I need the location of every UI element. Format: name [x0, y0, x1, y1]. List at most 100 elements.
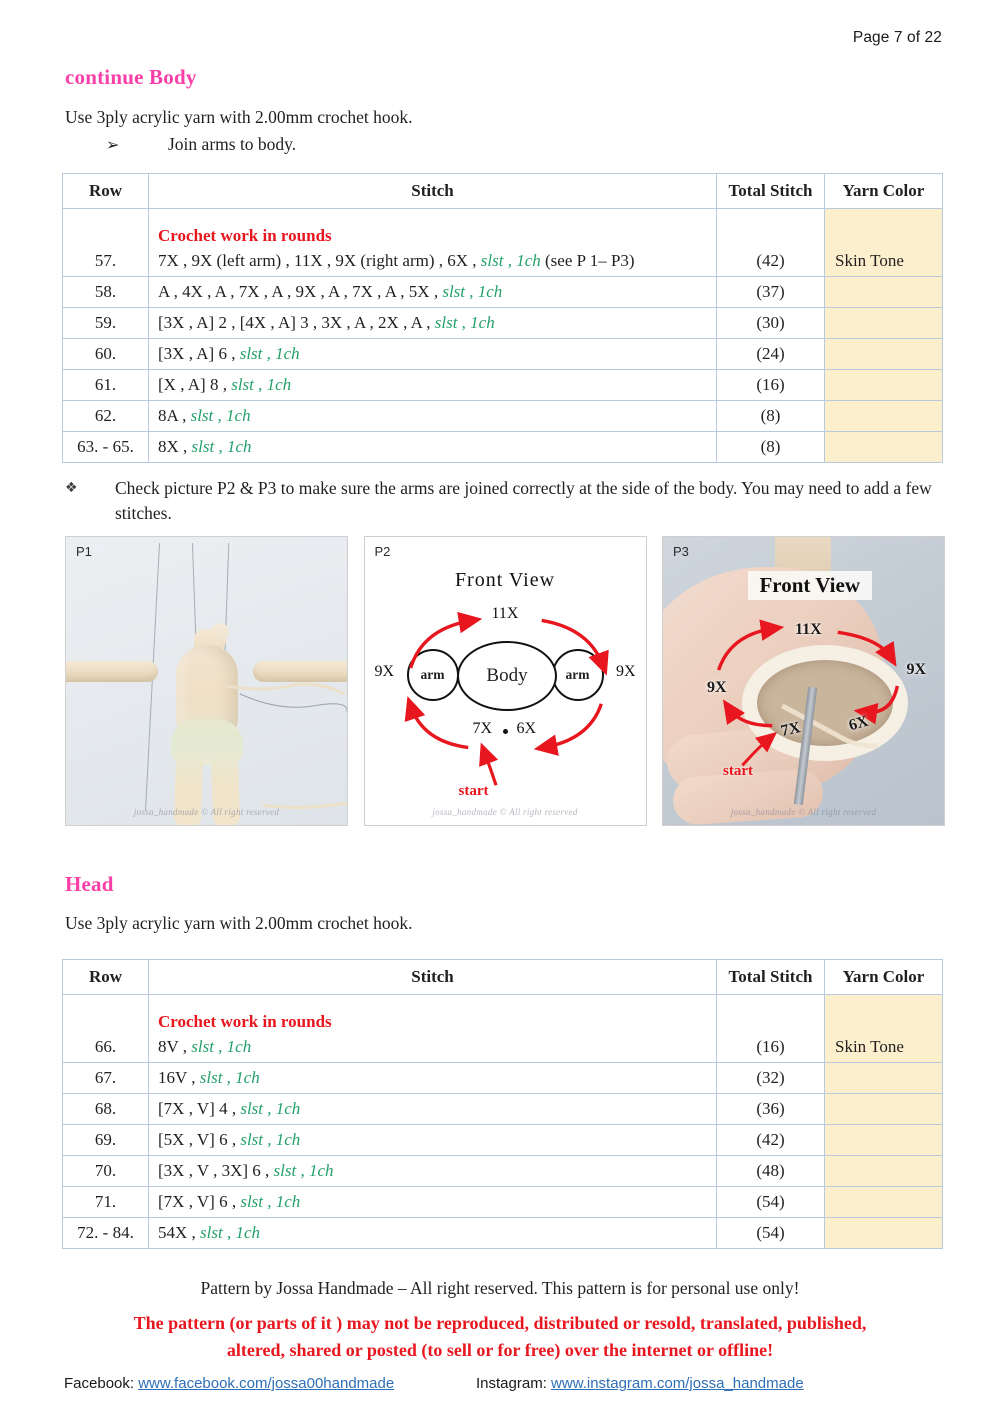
p2-title: Front View — [454, 569, 556, 591]
stitch-cell: [3X , A] 6 , slst , 1ch — [148, 338, 717, 370]
row-number-cell: 69. — [62, 1124, 149, 1156]
crochet-rounds-note: Crochet work in rounds — [158, 1012, 332, 1031]
stitch-cell: [X , A] 8 , slst , 1ch — [148, 369, 717, 401]
p2-body-oval: Body — [457, 641, 557, 711]
section-heading-head: Head — [65, 872, 114, 896]
row-number-cell: 68. — [62, 1093, 149, 1125]
page-number: Page 7 of 22 — [852, 29, 942, 46]
stitch-reference: (see P 1– P3) — [540, 251, 635, 270]
picture-row: P1 jossa_handmade © All right reserved F… — [65, 536, 945, 826]
p2-arm-left: arm — [406, 649, 459, 701]
yarn-color-cell — [824, 1093, 943, 1125]
row-number-cell: 58. — [62, 276, 149, 308]
row-number-cell: 72. - 84. — [62, 1217, 149, 1249]
p2-label-left-9x: 9X — [374, 663, 395, 680]
table-row: 59. [3X , A] 2 , [4X , A] 3 , 3X , A , 2X… — [62, 307, 943, 339]
stitch-text: [5X , V] 6 , — [158, 1130, 241, 1149]
stitch-cell: 16V , slst , 1ch — [148, 1062, 717, 1094]
table-row: 68. [7X , V] 4 , slst , 1ch (36) — [62, 1093, 943, 1125]
table-row: 62. 8A , slst , 1ch (8) — [62, 400, 943, 432]
yarn-color-cell — [824, 1186, 943, 1218]
watermark-p1: jossa_handmade © All right reserved — [133, 807, 280, 817]
table-row: 71. [7X , V] 6 , slst , 1ch (54) — [62, 1186, 943, 1218]
table-row: 72. - 84. 54X , slst , 1ch (54) — [62, 1217, 943, 1249]
yarn-color-cell — [824, 338, 943, 370]
instagram-link[interactable]: www.instagram.com/jossa_handmade — [551, 1375, 804, 1392]
stitch-slst-ch: slst , 1ch — [191, 437, 252, 456]
total-stitch-cell: (54) — [716, 1186, 825, 1218]
p2-label-bottom-6x: 6X — [516, 720, 537, 737]
col-header-yarn-color: Yarn Color — [824, 173, 943, 209]
row-number-cell: 66. — [62, 994, 149, 1063]
row-number-cell: 62. — [62, 400, 149, 432]
table-row: 69. [5X , V] 6 , slst , 1ch (42) — [62, 1124, 943, 1156]
table-row: 66. Crochet work in rounds 8V , slst , 1ch… — [62, 994, 943, 1063]
stitch-cell: [7X , V] 6 , slst , 1ch — [148, 1186, 717, 1218]
stitch-cell: A , 4X , A , 7X , A , 9X , A , 7X , A , … — [148, 276, 717, 308]
watermark-p2: jossa_handmade © All right reserved — [432, 807, 578, 817]
stitch-slst-ch: slst , 1ch — [191, 1037, 252, 1056]
check-pictures-note: ❖ Check picture P2 & P3 to make sure the… — [65, 476, 945, 527]
p1-left-arm — [66, 661, 158, 682]
row-number-cell: 67. — [62, 1062, 149, 1094]
stitch-text: 16V , — [158, 1068, 200, 1087]
row-number-cell: 70. — [62, 1155, 149, 1187]
footer-warning-line2: altered, shared or posted (to sell or fo… — [226, 1340, 774, 1361]
stitch-cell: Crochet work in rounds 7X , 9X (left arm)… — [148, 208, 717, 277]
row-number-cell: 57. — [62, 208, 149, 277]
stitch-cell: 8A , slst , 1ch — [148, 400, 717, 432]
table-row: 60. [3X , A] 6 , slst , 1ch (24) — [62, 338, 943, 370]
stitch-cell: 8X , slst , 1ch — [148, 431, 717, 463]
yarn-note-head: Use 3ply acrylic yarn with 2.00mm croche… — [65, 913, 413, 933]
stitch-text: [7X , V] 4 , — [158, 1099, 241, 1118]
stitch-slst-ch: slst , 1ch — [199, 1068, 260, 1087]
p2-label-bottom-7x: 7X — [472, 720, 493, 737]
bullet-join-arms: ➢ Join arms to body. — [106, 134, 296, 155]
document-page: Page 7 of 22 continue Body Use 3ply acry… — [0, 0, 1000, 1413]
table-row: 58. A , 4X , A , 7X , A , 9X , A , 7X , A… — [62, 276, 943, 308]
footer-social-links: Facebook: www.facebook.com/jossa00handma… — [0, 1375, 1000, 1392]
stitch-cell: Crochet work in rounds 8V , slst , 1ch — [148, 994, 717, 1063]
row-number-cell: 60. — [62, 338, 149, 370]
p2-label-top-11x: 11X — [491, 605, 519, 622]
total-stitch-cell: (16) — [716, 994, 825, 1063]
picture-p3: Front View 11X 9X 9X 7X 6X start P3 joss… — [662, 536, 945, 826]
stitch-text: [3X , V , 3X] 6 , — [158, 1161, 274, 1180]
p2-arm-right: arm — [551, 649, 604, 701]
stitch-slst-ch: slst , 1ch — [434, 313, 495, 332]
row-number-cell: 71. — [62, 1186, 149, 1218]
yarn-color-cell — [824, 369, 943, 401]
table-row: 70. [3X , V , 3X] 6 , slst , 1ch (48) — [62, 1155, 943, 1187]
col-header-stitch: Stitch — [148, 173, 717, 209]
stitch-text: [7X , V] 6 , — [158, 1192, 241, 1211]
stitch-slst-ch: slst , 1ch — [240, 1130, 301, 1149]
total-stitch-cell: (42) — [716, 1124, 825, 1156]
stitch-slst-ch: slst , 1ch — [442, 282, 503, 301]
stitch-cell: [3X , A] 2 , [4X , A] 3 , 3X , A , 2X , … — [148, 307, 717, 339]
yarn-color-cell — [824, 276, 943, 308]
stitch-slst-ch: slst , 1ch — [273, 1161, 334, 1180]
footer-warning-line1: The pattern (or parts of it ) may not be… — [133, 1313, 867, 1333]
col-header-row: Row — [62, 173, 149, 209]
stitch-cell: 54X , slst , 1ch — [148, 1217, 717, 1249]
yarn-color-cell — [824, 1062, 943, 1094]
row-number-cell: 61. — [62, 369, 149, 401]
arrow-right-icon: ➢ — [106, 135, 120, 154]
stitch-text: 8V , — [158, 1037, 192, 1056]
stitch-text: [X , A] 8 , — [158, 375, 232, 394]
table-row: 63. - 65. 8X , slst , 1ch (8) — [62, 431, 943, 463]
picture-label-p1: P1 — [76, 544, 92, 559]
footer-warning: The pattern (or parts of it ) may not be… — [70, 1310, 930, 1365]
facebook-link[interactable]: www.facebook.com/jossa00handmade — [138, 1375, 394, 1392]
row-number-cell: 59. — [62, 307, 149, 339]
instagram-label: Instagram: — [476, 1375, 547, 1392]
yarn-color-cell — [824, 400, 943, 432]
total-stitch-cell: (37) — [716, 276, 825, 308]
row-number-cell: 63. - 65. — [62, 431, 149, 463]
footer-pattern-credit: Pattern by Jossa Handmade – All right re… — [200, 1278, 800, 1298]
stitch-slst-ch: slst , 1ch — [240, 1099, 301, 1118]
table-row: 61. [X , A] 8 , slst , 1ch (16) — [62, 369, 943, 401]
facebook-label: Facebook: — [64, 1375, 135, 1392]
stitch-text: 54X , — [158, 1223, 201, 1242]
total-stitch-cell: (48) — [716, 1155, 825, 1187]
